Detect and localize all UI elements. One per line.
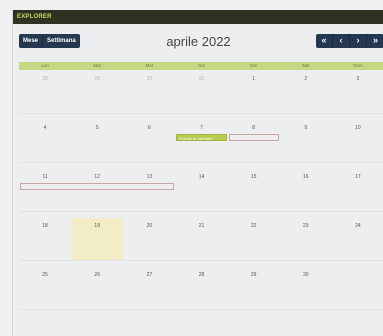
day-cell[interactable]: 5: [71, 120, 123, 162]
calendar-window: EXPLORER Mese Settimana aprile 2022 « ‹ …: [12, 10, 383, 336]
day-cell[interactable]: 27: [123, 267, 175, 309]
day-number: 15: [250, 174, 257, 180]
next-month-button[interactable]: ›: [350, 34, 367, 48]
previous-year-button[interactable]: «: [316, 34, 333, 48]
day-cell[interactable]: 4: [19, 120, 71, 162]
day-cell[interactable]: 29: [71, 71, 123, 113]
day-cell[interactable]: 13: [123, 169, 175, 211]
day-number: 6: [147, 125, 151, 131]
day-cell[interactable]: 30: [280, 267, 332, 309]
day-cell[interactable]: 31: [175, 71, 227, 113]
day-number: 21: [198, 223, 205, 229]
day-number: 18: [42, 223, 48, 229]
day-number: 29: [250, 272, 257, 278]
day-cell[interactable]: 3: [332, 71, 383, 113]
day-number: 16: [302, 174, 309, 180]
week-row: 25 26 27 28 29 30: [19, 267, 383, 310]
day-number: 9: [304, 125, 308, 131]
day-number: 12: [94, 174, 100, 180]
day-cell[interactable]: 10: [332, 120, 383, 162]
day-number: 27: [146, 272, 153, 278]
day-number: 3: [356, 76, 360, 82]
week-row: 18 19 20 21 22 23 24: [19, 218, 383, 261]
day-cell[interactable]: 25: [19, 267, 71, 309]
day-number: 19: [94, 223, 100, 229]
day-number: 14: [198, 174, 205, 180]
day-cell[interactable]: 20: [123, 218, 175, 260]
day-cell[interactable]: 16: [280, 169, 332, 211]
day-cell[interactable]: 28: [175, 267, 227, 309]
day-number: 7: [200, 125, 203, 131]
day-cell[interactable]: 14: [175, 169, 227, 211]
day-number: 17: [355, 174, 361, 180]
calendar-event[interactable]: Evento di esempio: [176, 134, 227, 141]
day-number: 13: [146, 174, 153, 180]
day-number: 4: [43, 125, 47, 131]
day-cell[interactable]: 17: [332, 169, 383, 211]
weekday-label: Ven: [249, 63, 258, 68]
day-number: 28: [198, 272, 205, 278]
day-cell[interactable]: 11: [19, 169, 71, 211]
day-number: 1: [252, 76, 256, 82]
weekday-label: Dom: [353, 63, 363, 68]
day-number: 23: [302, 223, 309, 229]
day-cell[interactable]: 24: [332, 218, 383, 260]
calendar-toolbar: Mese Settimana aprile 2022 « ‹ › »: [13, 24, 383, 54]
day-number: 10: [355, 125, 361, 131]
day-cell[interactable]: 26: [71, 267, 123, 309]
day-number: 5: [95, 125, 99, 131]
day-cell[interactable]: 8: [228, 120, 280, 162]
day-cell[interactable]: [332, 267, 383, 309]
day-cell[interactable]: 22: [228, 218, 280, 260]
day-cell[interactable]: 19: [71, 218, 124, 260]
day-number: 24: [355, 223, 361, 229]
day-cell[interactable]: 9: [280, 120, 332, 162]
day-cell[interactable]: 23: [280, 218, 332, 260]
day-number: 30: [146, 76, 153, 82]
day-cell[interactable]: 7: [175, 120, 227, 162]
day-cell[interactable]: 2: [280, 71, 332, 113]
day-cell[interactable]: 21: [175, 218, 227, 260]
day-cell[interactable]: 28: [19, 71, 71, 113]
day-cell[interactable]: 30: [123, 71, 175, 113]
day-number: 8: [252, 125, 256, 131]
weekday-label: Lun: [41, 63, 49, 68]
previous-month-button[interactable]: ‹: [333, 34, 350, 48]
day-number: 11: [42, 174, 48, 180]
next-year-button[interactable]: »: [367, 34, 383, 48]
day-cell[interactable]: 18: [19, 218, 71, 260]
day-cell[interactable]: 12: [71, 169, 123, 211]
week-row: 4 5 6 7 8 9 10: [19, 120, 383, 163]
calendar-event[interactable]: [20, 183, 175, 190]
day-cell[interactable]: 15: [228, 169, 280, 211]
weekday-header: Lun Mar Mer Gio Ven Sab Dom: [19, 62, 383, 70]
day-cell[interactable]: 1: [228, 71, 280, 113]
week-row: 11 12 13 14 15 16 17: [19, 169, 383, 212]
weekday-label: Mer: [145, 63, 154, 68]
date-navigation: « ‹ › »: [316, 34, 383, 48]
day-number: 22: [250, 223, 257, 229]
app-title: EXPLORER: [13, 10, 383, 24]
day-number: 20: [146, 223, 153, 229]
day-cell[interactable]: 6: [123, 120, 175, 162]
day-number: 30: [302, 272, 309, 278]
day-number: 26: [94, 272, 100, 278]
calendar-event[interactable]: [228, 134, 279, 141]
weekday-label: Mar: [93, 63, 102, 68]
day-cell[interactable]: 29: [228, 267, 280, 309]
weekday-label: Sab: [301, 63, 310, 68]
day-number: 25: [42, 272, 48, 278]
week-row: 28 29 30 31 1 2 3: [19, 71, 383, 114]
day-number: 31: [198, 76, 205, 82]
day-number: 2: [304, 76, 308, 82]
day-number: 29: [94, 76, 100, 82]
day-number: 28: [42, 76, 48, 82]
weekday-label: Gio: [197, 63, 205, 68]
